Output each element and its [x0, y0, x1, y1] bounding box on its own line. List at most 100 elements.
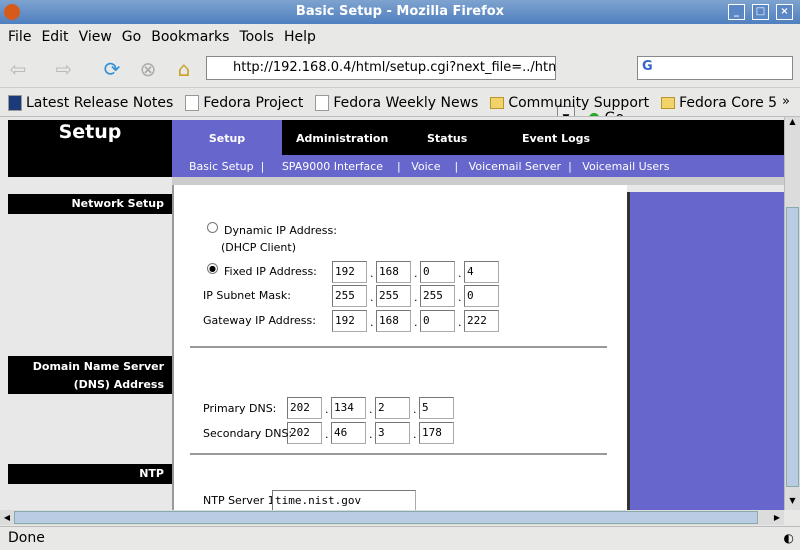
subnav-voicemail-server[interactable]: Voicemail Server: [469, 160, 561, 173]
section-ntp: NTP: [8, 464, 172, 484]
bookmark-community-support[interactable]: Community Support: [490, 95, 649, 111]
octet-separator: .: [413, 428, 417, 441]
secondary-dns-label: Secondary DNS:: [203, 427, 293, 440]
subnet-mask-octet-4[interactable]: 0: [464, 285, 499, 307]
dynamic-ip-label: Dynamic IP Address:: [224, 224, 337, 237]
fixed-ip-octet-2[interactable]: 168: [376, 261, 411, 283]
secondary-dns-octet-3[interactable]: 3: [375, 422, 410, 444]
primary-dns-octet-3[interactable]: 2: [375, 397, 410, 419]
minimize-button[interactable]: _: [728, 4, 745, 20]
dynamic-ip-radio[interactable]: [207, 222, 218, 233]
subnav-voicemail-users[interactable]: Voicemail Users: [582, 160, 669, 173]
secondary-dns-octet-1[interactable]: 202: [287, 422, 322, 444]
gateway-octet-2[interactable]: 168: [376, 310, 411, 332]
section-dns: Domain Name Server (DNS) Address: [8, 356, 172, 394]
tab-administration[interactable]: Administration: [296, 132, 388, 145]
scrollbar-thumb[interactable]: [786, 207, 799, 487]
chevron-right-icon[interactable]: »: [782, 94, 790, 109]
menu-help[interactable]: Help: [284, 29, 316, 45]
bookmark-fedora-project[interactable]: Fedora Project: [185, 94, 303, 111]
forward-icon[interactable]: ⇨: [52, 58, 76, 80]
fixed-ip-radio[interactable]: ●: [207, 263, 218, 274]
menu-tools[interactable]: Tools: [239, 29, 274, 45]
gateway-octet-4[interactable]: 222: [464, 310, 499, 332]
horizontal-scrollbar[interactable]: ◀ ▶: [0, 510, 784, 525]
status-text: Done: [8, 530, 45, 546]
subnet-mask-octet-2[interactable]: 255: [376, 285, 411, 307]
scroll-left-icon[interactable]: ◀: [0, 510, 14, 525]
google-icon: G: [642, 59, 653, 74]
octet-separator: .: [369, 428, 373, 441]
page-heading: Setup: [8, 120, 172, 177]
fixed-ip-octet-3[interactable]: 0: [420, 261, 455, 283]
folder-icon: [661, 96, 676, 109]
menu-edit[interactable]: Edit: [41, 29, 68, 45]
subnav-voice[interactable]: Voice: [411, 160, 440, 173]
subnet-mask-octet-1[interactable]: 255: [332, 285, 367, 307]
scroll-right-icon[interactable]: ▶: [770, 510, 784, 525]
connection-icon: ◐: [783, 531, 794, 545]
menu-bookmarks[interactable]: Bookmarks: [151, 29, 229, 45]
subnet-mask-octet-3[interactable]: 255: [420, 285, 455, 307]
tab-event-logs[interactable]: Event Logs: [522, 132, 590, 145]
bookmark-label: Latest Release Notes: [26, 94, 174, 111]
fixed-ip-octet-1[interactable]: 192: [332, 261, 367, 283]
menu-bar: File Edit View Go Bookmarks Tools Help: [0, 24, 800, 50]
octet-separator: .: [458, 267, 462, 280]
secondary-dns-octet-2[interactable]: 46: [331, 422, 366, 444]
bookmarks-toolbar: Latest Release Notes Fedora Project Fedo…: [0, 89, 800, 117]
home-icon[interactable]: ⌂: [172, 58, 196, 80]
octet-separator: .: [325, 428, 329, 441]
scrollbar-thumb[interactable]: [14, 511, 758, 524]
bookmark-label: Fedora Weekly News: [333, 94, 479, 111]
bookmark-label: Community Support: [508, 94, 650, 111]
subnav-basic-setup[interactable]: Basic Setup: [189, 160, 254, 173]
divider: [172, 177, 784, 185]
primary-dns-octet-2[interactable]: 134: [331, 397, 366, 419]
menu-file[interactable]: File: [8, 29, 31, 45]
primary-dns-octet-1[interactable]: 202: [287, 397, 322, 419]
close-button[interactable]: ×: [776, 4, 793, 20]
stop-icon[interactable]: ⊗: [136, 58, 160, 80]
reload-icon[interactable]: ⟳: [100, 58, 124, 80]
tab-setup[interactable]: Setup: [172, 120, 282, 155]
octet-separator: .: [414, 316, 418, 329]
secondary-dns-octet-4[interactable]: 178: [419, 422, 454, 444]
folder-icon: [490, 96, 505, 109]
dhcp-client-label: (DHCP Client): [221, 241, 296, 254]
bookmark-latest-release-notes[interactable]: Latest Release Notes: [8, 94, 174, 111]
ntp-server-label: NTP Server 1:: [203, 494, 279, 507]
scroll-up-icon[interactable]: ▲: [785, 117, 800, 131]
section-dns-line2: (DNS) Address: [73, 378, 164, 391]
url-input[interactable]: http://192.168.0.4/html/setup.cgi?next_f…: [206, 56, 556, 80]
menu-view[interactable]: View: [79, 29, 112, 45]
bookmark-label: Fedora Core 5: [679, 94, 778, 111]
gateway-octet-3[interactable]: 0: [420, 310, 455, 332]
scroll-down-icon[interactable]: ▼: [785, 496, 800, 510]
gateway-octet-1[interactable]: 192: [332, 310, 367, 332]
octet-separator: .: [370, 267, 374, 280]
ntp-server-input[interactable]: time.nist.gov: [272, 490, 416, 510]
section-network-setup: Network Setup: [8, 194, 172, 214]
fixed-ip-octet-4[interactable]: 4: [464, 261, 499, 283]
maximize-button[interactable]: □: [752, 4, 769, 20]
vertical-scrollbar[interactable]: ▲ ▼: [784, 117, 800, 510]
tab-status[interactable]: Status: [427, 132, 467, 145]
primary-dns-label: Primary DNS:: [203, 402, 277, 415]
gateway-label: Gateway IP Address:: [203, 314, 316, 327]
firefox-icon: [4, 4, 20, 20]
page-content: Setup Setup Administration Status Event …: [8, 117, 784, 510]
bookmark-fedora-weekly-news[interactable]: Fedora Weekly News: [315, 94, 479, 111]
octet-separator: .: [370, 316, 374, 329]
back-icon[interactable]: ⇦: [6, 58, 30, 80]
window-title: Basic Setup - Mozilla Firefox: [295, 4, 505, 19]
menu-go[interactable]: Go: [122, 29, 141, 45]
search-input[interactable]: G: [637, 56, 793, 80]
octet-separator: .: [414, 291, 418, 304]
fedora-icon: [8, 94, 22, 111]
subnet-mask-label: IP Subnet Mask:: [203, 289, 291, 302]
subnav-spa9000-interface[interactable]: SPA9000 Interface: [282, 160, 383, 173]
primary-dns-octet-4[interactable]: 5: [419, 397, 454, 419]
status-bar: Done ◐: [0, 526, 800, 550]
bookmark-fedora-core-5[interactable]: Fedora Core 5: [661, 95, 777, 111]
